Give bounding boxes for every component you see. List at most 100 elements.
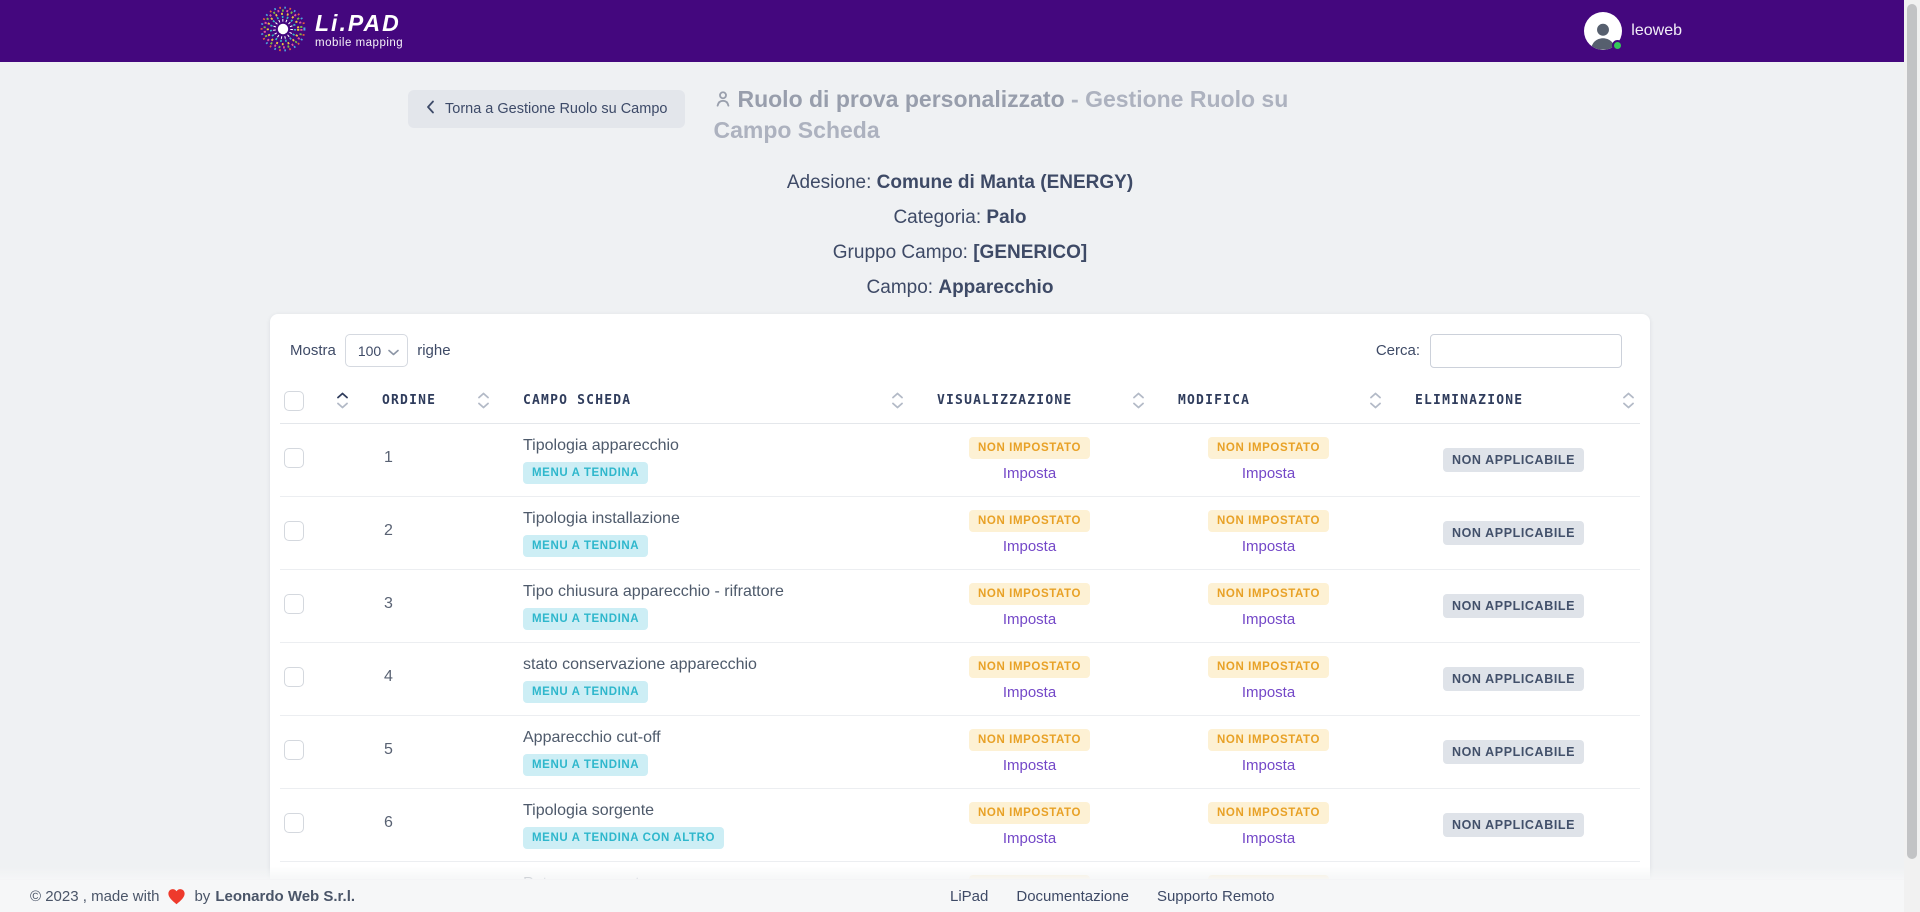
context-info: Adesione: Comune di Manta (ENERGY) Categ… [270,165,1650,305]
ordine-value: 4 [354,643,495,715]
table-row: 3 Tipo chiusura apparecchio - rifrattore… [280,570,1640,643]
campo-scheda-name: Tipologia installazione [523,510,909,528]
sort-control[interactable] [478,392,489,409]
column-header-campo-scheda[interactable]: CAMPO SCHEDA [495,381,909,423]
field-type-badge: MENU A TENDINA [523,681,648,703]
table-row: 2 Tipologia installazione MENU A TENDINA… [280,497,1640,570]
visualizzazione-imposta-link[interactable]: Imposta [909,684,1150,701]
field-type-badge: MENU A TENDINA [523,462,648,484]
sort-up-icon [1133,392,1144,399]
logo-title: Li.PAD [315,12,403,35]
modifica-imposta-link[interactable]: Imposta [1150,830,1387,847]
sort-up-icon [478,392,489,399]
eliminazione-status-badge: NON APPLICABILE [1443,594,1584,618]
row-checkbox[interactable] [284,667,304,687]
modifica-imposta-link[interactable]: Imposta [1150,465,1387,482]
sort-up-icon [337,392,348,399]
meta-campo: Campo: Apparecchio [270,270,1650,305]
role-name: Ruolo di prova personalizzato [737,86,1064,112]
select-all-checkbox[interactable] [284,391,304,411]
campi-table: ORDINE CAMPO SCHEDA VISUALIZZAZIONE [280,381,1640,912]
sort-up-icon [1623,392,1634,399]
row-checkbox[interactable] [284,813,304,833]
rows-per-page-select[interactable]: 100 [345,334,408,367]
table-row: 5 Apparecchio cut-off MENU A TENDINA NON… [280,716,1640,789]
column-header-ordine[interactable]: ORDINE [354,381,495,423]
meta-categoria: Categoria: Palo [270,200,1650,235]
length-label-after: righe [417,342,450,359]
column-header-eliminazione[interactable]: ELIMINAZIONE [1387,381,1640,423]
modifica-status-badge: NON IMPOSTATO [1208,437,1329,459]
meta-adesione: Adesione: Comune di Manta (ENERGY) [270,165,1650,200]
search-input[interactable] [1430,334,1622,368]
field-type-badge: MENU A TENDINA [523,754,648,776]
table-row: 1 Tipologia apparecchio MENU A TENDINA N… [280,424,1640,497]
modifica-status-badge: NON IMPOSTATO [1208,510,1329,532]
ordine-value: 2 [354,497,495,569]
sort-control[interactable] [1133,392,1144,409]
column-header-visualizzazione[interactable]: VISUALIZZAZIONE [909,381,1150,423]
modifica-imposta-link[interactable]: Imposta [1150,684,1387,701]
modifica-status-badge: NON IMPOSTATO [1208,802,1329,824]
visualizzazione-status-badge: NON IMPOSTATO [969,802,1090,824]
footer-link-supporto-remoto[interactable]: Supporto Remoto [1157,888,1275,905]
row-checkbox[interactable] [284,740,304,760]
modifica-imposta-link[interactable]: Imposta [1150,538,1387,555]
heart-icon [167,888,186,905]
scrollbar [1904,0,1920,912]
field-type-badge: MENU A TENDINA [523,608,648,630]
table-card: Mostra 100 righe Cerca: [270,314,1650,912]
topbar: Li.PAD mobile mapping leoweb [0,0,1904,62]
visualizzazione-imposta-link[interactable]: Imposta [909,538,1150,555]
back-button[interactable]: Torna a Gestione Ruolo su Campo [408,90,685,128]
copyright-text: © 2023 , made with by Leonardo Web S.r.l… [30,888,355,905]
scrollbar-thumb[interactable] [1907,4,1917,859]
footer-link-documentazione[interactable]: Documentazione [1016,888,1129,905]
modifica-imposta-link[interactable]: Imposta [1150,757,1387,774]
table-body: 1 Tipologia apparecchio MENU A TENDINA N… [280,424,1640,912]
modifica-status-badge: NON IMPOSTATO [1208,729,1329,751]
sort-control[interactable] [1370,392,1381,409]
sort-control[interactable] [1623,392,1634,409]
sort-down-icon [892,402,903,409]
row-checkbox[interactable] [284,594,304,614]
visualizzazione-status-badge: NON IMPOSTATO [969,437,1090,459]
length-label-before: Mostra [290,342,336,359]
username: leoweb [1631,22,1682,40]
select-chevron-down-icon [388,343,399,359]
campo-scheda-name: Apparecchio cut-off [523,729,909,747]
modifica-imposta-link[interactable]: Imposta [1150,611,1387,628]
row-checkbox[interactable] [284,521,304,541]
eliminazione-status-badge: NON APPLICABILE [1443,521,1584,545]
visualizzazione-status-badge: NON IMPOSTATO [969,583,1090,605]
footer-links: LiPad Documentazione Supporto Remoto [950,888,1275,905]
back-chevron-icon [426,100,435,118]
campo-scheda-name: stato conservazione apparecchio [523,656,909,674]
ordine-value: 3 [354,570,495,642]
sort-up-icon [892,392,903,399]
ordine-value: 6 [354,789,495,861]
back-button-label: Torna a Gestione Ruolo su Campo [445,101,667,117]
sort-control[interactable] [337,392,348,409]
footer-link-lipad[interactable]: LiPad [950,888,988,905]
visualizzazione-imposta-link[interactable]: Imposta [909,465,1150,482]
user-menu[interactable]: leoweb [1584,12,1682,50]
lipad-logo[interactable]: Li.PAD mobile mapping [260,6,403,57]
sort-down-icon [1623,402,1634,409]
visualizzazione-imposta-link[interactable]: Imposta [909,757,1150,774]
campo-scheda-name: Tipologia sorgente [523,802,909,820]
sort-down-icon [1133,402,1144,409]
table-row: 4 stato conservazione apparecchio MENU A… [280,643,1640,716]
row-checkbox[interactable] [284,448,304,468]
visualizzazione-status-badge: NON IMPOSTATO [969,510,1090,532]
campo-scheda-name: Tipo chiusura apparecchio - rifrattore [523,583,909,601]
column-header-select[interactable] [280,381,354,423]
table-row: 6 Tipologia sorgente MENU A TENDINA CON … [280,789,1640,862]
modifica-status-badge: NON IMPOSTATO [1208,656,1329,678]
visualizzazione-imposta-link[interactable]: Imposta [909,611,1150,628]
visualizzazione-imposta-link[interactable]: Imposta [909,830,1150,847]
ordine-value: 1 [354,424,495,496]
campo-scheda-name: Tipologia apparecchio [523,437,909,455]
sort-control[interactable] [892,392,903,409]
column-header-modifica[interactable]: MODIFICA [1150,381,1387,423]
